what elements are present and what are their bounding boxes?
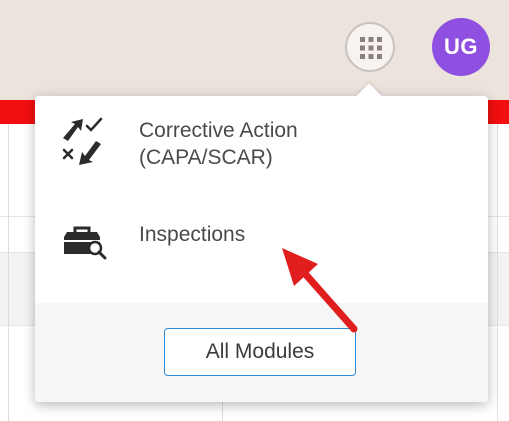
grid-icon xyxy=(360,37,382,59)
inspections-toolbox-icon xyxy=(64,226,107,260)
background-divider xyxy=(8,124,9,421)
dropdown-footer: All Modules xyxy=(35,303,488,402)
menu-item-label: Corrective Action (CAPA/SCAR) xyxy=(139,117,439,171)
menu-item-label-line: Corrective Action xyxy=(139,119,298,142)
menu-item-corrective-action[interactable]: Corrective Action (CAPA/SCAR) xyxy=(35,104,488,194)
corrective-action-icon xyxy=(62,117,103,165)
apps-menu-button[interactable] xyxy=(345,22,395,72)
user-avatar[interactable]: UG xyxy=(432,18,490,76)
menu-item-label-line: (CAPA/SCAR) xyxy=(139,146,273,169)
background-divider xyxy=(497,124,498,421)
menu-item-label: Inspections xyxy=(139,223,246,246)
annotation-arrow-icon xyxy=(282,248,358,333)
apps-dropdown-menu: Corrective Action (CAPA/SCAR) Inspection… xyxy=(35,96,488,402)
menu-item-inspections[interactable]: Inspections xyxy=(35,204,488,274)
